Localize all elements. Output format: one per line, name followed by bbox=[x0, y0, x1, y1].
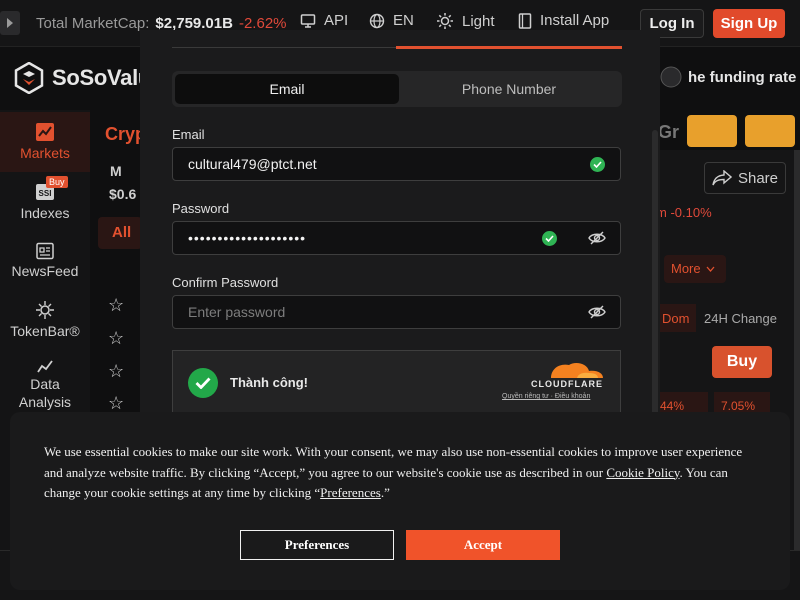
tab-phone-number[interactable]: Phone Number bbox=[399, 74, 619, 104]
sidebar-item-label: NewsFeed bbox=[11, 263, 79, 279]
check-icon bbox=[590, 157, 605, 172]
more-label: More bbox=[671, 261, 701, 276]
share-icon bbox=[712, 170, 732, 186]
language-selector[interactable]: EN bbox=[369, 12, 414, 29]
all-tab[interactable]: All bbox=[98, 217, 142, 249]
install-app-link[interactable]: Install App bbox=[518, 12, 609, 29]
buy-button[interactable]: Buy bbox=[712, 346, 772, 378]
page-scrollbar[interactable] bbox=[794, 150, 800, 550]
check-icon bbox=[542, 231, 557, 246]
password-field[interactable]: •••••••••••••••••••• bbox=[172, 221, 621, 255]
cookie-text: We use essential cookies to make our sit… bbox=[44, 444, 743, 500]
buy-label: Buy bbox=[726, 353, 758, 370]
share-label: Share bbox=[737, 169, 779, 187]
play-icon bbox=[7, 18, 13, 28]
data-icon bbox=[37, 360, 53, 373]
brand-logo[interactable]: SoSoValu bbox=[14, 62, 151, 94]
tab-email[interactable]: Email bbox=[175, 74, 399, 104]
api-link[interactable]: API bbox=[300, 12, 348, 29]
favorite-star-icon[interactable]: ☆ bbox=[108, 393, 124, 414]
sun-icon bbox=[437, 13, 453, 29]
brand-name: SoSoValu bbox=[52, 65, 152, 90]
cookie-policy-link[interactable]: Cookie Policy bbox=[606, 465, 679, 480]
preferences-link[interactable]: Preferences bbox=[320, 485, 381, 500]
chevron-down-icon bbox=[706, 266, 715, 272]
pct-value: 7.05% bbox=[721, 399, 756, 413]
buy-badge: Buy bbox=[46, 176, 68, 188]
globe-icon bbox=[369, 13, 385, 28]
dom-label: Dom bbox=[662, 311, 690, 326]
news-ticker[interactable]: he funding rate fo bbox=[660, 66, 800, 88]
signup-button[interactable]: Sign Up bbox=[713, 9, 785, 38]
favorite-star-icon[interactable]: ☆ bbox=[108, 361, 124, 382]
marketcap-change: -2.62% bbox=[238, 14, 287, 32]
dom-tab[interactable]: Dom bbox=[660, 304, 696, 332]
favorite-star-icon[interactable]: ☆ bbox=[108, 328, 124, 349]
email-field[interactable]: cultural479@ptct.net bbox=[172, 147, 621, 181]
api-label: API bbox=[324, 12, 349, 29]
captcha-success-icon bbox=[188, 368, 218, 398]
svg-text:SSI: SSI bbox=[39, 189, 52, 198]
sidebar-item-label: Data bbox=[30, 376, 60, 392]
ssi-banner-icon[interactable] bbox=[745, 115, 795, 147]
signup-modal: Email Phone Number Email cultural479@ptc… bbox=[140, 30, 660, 415]
modal-tab-indicator bbox=[396, 46, 622, 49]
collapse-arrow-button[interactable] bbox=[0, 11, 20, 35]
sidebar-item-tokenbar[interactable]: TokenBar® bbox=[0, 300, 90, 339]
cookie-banner: We use essential cookies to make our sit… bbox=[10, 412, 790, 590]
monitor-icon bbox=[300, 13, 316, 28]
theme-label: Light bbox=[462, 12, 495, 30]
cloudflare-logo-icon bbox=[551, 363, 603, 378]
change-tag: m -0.10% bbox=[656, 205, 712, 220]
language-label: EN bbox=[393, 12, 414, 29]
sosovalue-logo-icon bbox=[14, 62, 44, 94]
install-label: Install App bbox=[540, 12, 610, 29]
accept-button[interactable]: Accept bbox=[406, 530, 560, 560]
captcha-brand: CLOUDFLARE bbox=[531, 379, 603, 389]
news-icon bbox=[36, 242, 54, 260]
ssi-banner-icon[interactable] bbox=[687, 115, 737, 147]
captcha-status: Thành công! bbox=[230, 375, 308, 390]
eye-off-icon[interactable] bbox=[588, 230, 606, 246]
password-value: •••••••••••••••••••• bbox=[188, 230, 307, 246]
method-segmented-control: Email Phone Number bbox=[172, 71, 622, 107]
confirm-password-label: Confirm Password bbox=[172, 275, 279, 290]
market-price: $0.6 bbox=[109, 186, 137, 202]
market-label: M bbox=[110, 163, 122, 179]
share-button[interactable]: Share bbox=[704, 162, 786, 194]
sidebar-item-label: TokenBar® bbox=[10, 323, 80, 339]
marketcap-label: Total MarketCap: bbox=[36, 14, 150, 32]
change-24h-tab[interactable]: 24H Change bbox=[704, 311, 777, 326]
pct-value: 44% bbox=[660, 399, 685, 413]
captcha-widget[interactable]: Thành công! CLOUDFLARE Quyền riêng tư · … bbox=[172, 350, 621, 415]
theme-toggle[interactable]: Light bbox=[436, 12, 495, 30]
sidebar-item-label-line2: Analysis bbox=[18, 394, 72, 410]
marketcap-value: $2,759.01B bbox=[155, 14, 233, 32]
ticker-badge-icon bbox=[660, 66, 682, 88]
sidebar-item-newsfeed[interactable]: NewsFeed bbox=[0, 242, 90, 279]
chart-icon bbox=[36, 123, 54, 141]
password-label: Password bbox=[172, 201, 230, 216]
ticker-text: he funding rate fo bbox=[688, 68, 800, 86]
email-value: cultural479@ptct.net bbox=[188, 156, 317, 172]
confirm-password-placeholder: Enter password bbox=[188, 304, 286, 320]
sidebar-item-data-analysis[interactable]: Data Analysis bbox=[0, 358, 90, 410]
token-icon bbox=[36, 301, 54, 319]
sidebar-item-markets[interactable]: Markets bbox=[0, 112, 90, 172]
email-label: Email bbox=[172, 127, 205, 142]
all-tab-label: All bbox=[112, 224, 132, 241]
sidebar-item-indexes[interactable]: SSI Buy Indexes bbox=[0, 176, 90, 221]
favorite-star-icon[interactable]: ☆ bbox=[108, 295, 124, 316]
eye-off-icon[interactable] bbox=[588, 304, 606, 320]
confirm-password-field[interactable]: Enter password bbox=[172, 295, 621, 329]
modal-scrollbar[interactable] bbox=[652, 130, 658, 415]
book-icon bbox=[518, 12, 532, 29]
gr-label: Gr bbox=[658, 122, 680, 142]
captcha-links[interactable]: Quyền riêng tư · Điều khoản bbox=[502, 393, 590, 400]
sidebar-item-label: Indexes bbox=[20, 205, 70, 221]
sidebar-item-label: Markets bbox=[20, 145, 70, 161]
preferences-button[interactable]: Preferences bbox=[240, 530, 394, 560]
more-dropdown[interactable]: More bbox=[664, 255, 726, 283]
